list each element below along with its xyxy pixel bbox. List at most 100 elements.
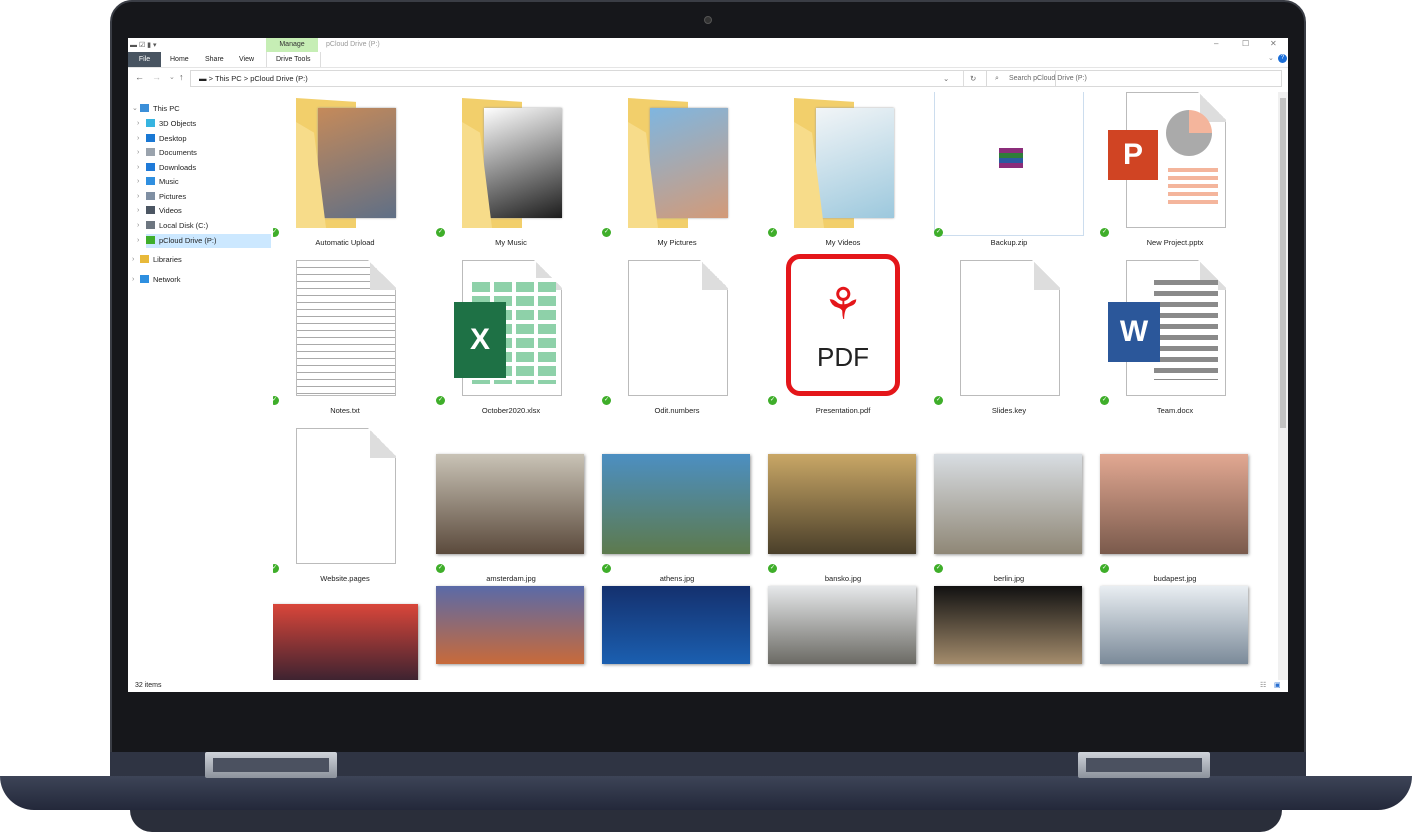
nav-item-downloads[interactable]: › Downloads — [137, 161, 196, 175]
base-bottom — [130, 810, 1282, 832]
back-button[interactable]: ← — [135, 72, 144, 82]
minimize-button[interactable]: – — [1214, 39, 1218, 48]
nav-item-videos[interactable]: › Videos — [137, 204, 182, 218]
chevron-right-icon[interactable]: › — [137, 161, 139, 175]
help-icon[interactable]: ? — [1278, 54, 1287, 63]
details-view-button[interactable]: ☷ — [1260, 680, 1266, 692]
close-button[interactable]: ✕ — [1270, 39, 1277, 48]
file-item[interactable]: ✓ Website.pages — [273, 418, 420, 586]
chevron-right-icon[interactable]: › — [137, 132, 139, 146]
nav-item-this-pc[interactable]: ⌄ This PC — [132, 102, 180, 116]
nav-item-libraries[interactable]: › Libraries — [132, 253, 182, 267]
pdf-label: PDF — [817, 342, 869, 372]
file-item[interactable]: W ✓ Team.docx — [1100, 250, 1250, 418]
file-item[interactable]: ✓ Slides.key — [934, 250, 1084, 418]
photo-thumbnail — [436, 454, 584, 554]
address-dropdown-icon[interactable]: ⌄ — [943, 71, 949, 86]
file-item[interactable] — [768, 586, 918, 680]
tab-view[interactable]: View — [230, 52, 263, 68]
file-item[interactable]: ✓ My Videos — [768, 92, 918, 250]
sync-status-icon: ✓ — [602, 396, 611, 405]
file-item[interactable]: ✓ amsterdam.jpg — [436, 418, 586, 586]
file-item[interactable]: ✓ My Pictures — [602, 92, 752, 250]
chevron-right-icon[interactable]: › — [137, 204, 139, 218]
file-item[interactable]: ✓ My Music — [436, 92, 586, 250]
file-item[interactable] — [273, 586, 420, 680]
nav-item-music[interactable]: › Music — [137, 175, 179, 189]
up-button[interactable]: ↑ — [179, 72, 184, 82]
search-input[interactable]: ⌕ Search pCloud Drive (P:) — [986, 70, 1282, 87]
sync-status-icon: ✓ — [1100, 228, 1109, 237]
folder-icon — [146, 134, 155, 142]
chevron-right-icon[interactable]: › — [137, 175, 139, 189]
nav-item-desktop[interactable]: › Desktop — [137, 132, 187, 146]
excel-logo-icon: X — [454, 302, 506, 378]
file-item[interactable]: ✓ Notes.txt — [273, 250, 420, 418]
forward-button[interactable]: → — [152, 72, 161, 82]
nav-item-pictures[interactable]: › Pictures — [137, 190, 186, 204]
file-name: Automatic Upload — [315, 238, 375, 247]
tab-home[interactable]: Home — [161, 52, 198, 68]
address-bar[interactable]: ▬ > This PC > pCloud Drive (P:) ⌄ ↻ — [190, 70, 1056, 87]
file-item[interactable]: ⚘ PDF ✓ Presentation.pdf — [768, 250, 918, 418]
nav-item-local-disk-c[interactable]: › Local Disk (C:) — [137, 219, 208, 233]
tab-drive-tools[interactable]: Drive Tools — [266, 52, 321, 68]
recent-dropdown[interactable]: ⌄ — [169, 73, 175, 81]
chevron-right-icon[interactable]: › — [132, 253, 134, 267]
file-item[interactable]: P ✓ New Project.pptx — [1100, 92, 1250, 250]
large-icons-view-button[interactable]: ▣ — [1274, 680, 1281, 692]
folder-icon — [146, 177, 155, 185]
folder-icon — [146, 206, 155, 214]
file-item[interactable]: ✓ Backup.zip — [934, 92, 1084, 250]
tab-share[interactable]: Share — [196, 52, 233, 68]
file-item[interactable] — [1100, 586, 1250, 680]
file-item[interactable] — [436, 586, 586, 680]
breadcrumb-pcloud-drive[interactable]: pCloud Drive (P:) — [250, 74, 308, 83]
file-item[interactable]: ✓ Odit.numbers — [602, 250, 752, 418]
file-item[interactable]: ✓ budapest.jpg — [1100, 418, 1250, 586]
file-item[interactable] — [934, 586, 1084, 680]
chevron-right-icon[interactable]: › — [137, 234, 139, 248]
chevron-right-icon[interactable]: › — [137, 117, 139, 131]
maximize-button[interactable]: ☐ — [1242, 39, 1249, 48]
nav-item-pcloud-drive-p[interactable]: › pCloud Drive (P:) — [137, 234, 271, 248]
file-item[interactable]: ✓ Automatic Upload — [273, 92, 420, 250]
chevron-right-icon[interactable]: › — [137, 146, 139, 160]
sync-status-icon: ✓ — [1100, 564, 1109, 573]
breadcrumb-separator: > — [208, 74, 213, 83]
folder-icon — [146, 163, 155, 171]
breadcrumb-this-pc[interactable]: This PC — [215, 74, 242, 83]
ribbon-expand-icon[interactable]: ⌄ — [1268, 54, 1274, 62]
sync-status-icon: ✓ — [934, 228, 943, 237]
refresh-icon[interactable]: ↻ — [963, 71, 976, 86]
chevron-down-icon[interactable]: ⌄ — [132, 102, 138, 116]
window-title: pCloud Drive (P:) — [326, 41, 380, 48]
file-item[interactable]: ✓ bansko.jpg — [768, 418, 918, 586]
nav-item-3d-objects[interactable]: › 3D Objects — [137, 117, 196, 131]
scrollbar-thumb[interactable] — [1280, 98, 1286, 428]
folder-icon — [146, 148, 155, 156]
nav-item-documents[interactable]: › Documents — [137, 146, 197, 160]
chevron-right-icon[interactable]: › — [132, 273, 134, 287]
folder-icon — [146, 192, 155, 200]
file-item[interactable] — [602, 586, 752, 680]
quick-access-icons[interactable]: ▬ ☑ ▮ ▾ — [130, 41, 156, 49]
vertical-scrollbar[interactable] — [1278, 92, 1288, 680]
file-item[interactable]: X ✓ October2020.xlsx — [436, 250, 586, 418]
tab-file[interactable]: File — [128, 52, 161, 68]
chevron-right-icon[interactable]: › — [137, 219, 139, 233]
tab-manage[interactable]: Manage — [266, 38, 318, 52]
sync-status-icon: ✓ — [768, 228, 777, 237]
ribbon-divider — [128, 67, 1288, 68]
chevron-right-icon[interactable]: › — [137, 190, 139, 204]
folder-icon — [140, 104, 149, 112]
file-item[interactable]: ✓ athens.jpg — [602, 418, 752, 586]
file-explorer-window: ▬ ☑ ▮ ▾ Manage pCloud Drive (P:) – ☐ ✕ F… — [128, 38, 1288, 692]
nav-item-network[interactable]: › Network — [132, 273, 181, 287]
file-item[interactable]: ✓ berlin.jpg — [934, 418, 1084, 586]
photo-thumbnail — [934, 586, 1082, 664]
navigation-pane: ⌄ This PC › 3D Objects › Desktop › Documents › Do… — [128, 98, 273, 688]
sync-status-icon: ✓ — [934, 396, 943, 405]
breadcrumb-separator: > — [243, 74, 249, 83]
camera-icon — [704, 16, 712, 24]
